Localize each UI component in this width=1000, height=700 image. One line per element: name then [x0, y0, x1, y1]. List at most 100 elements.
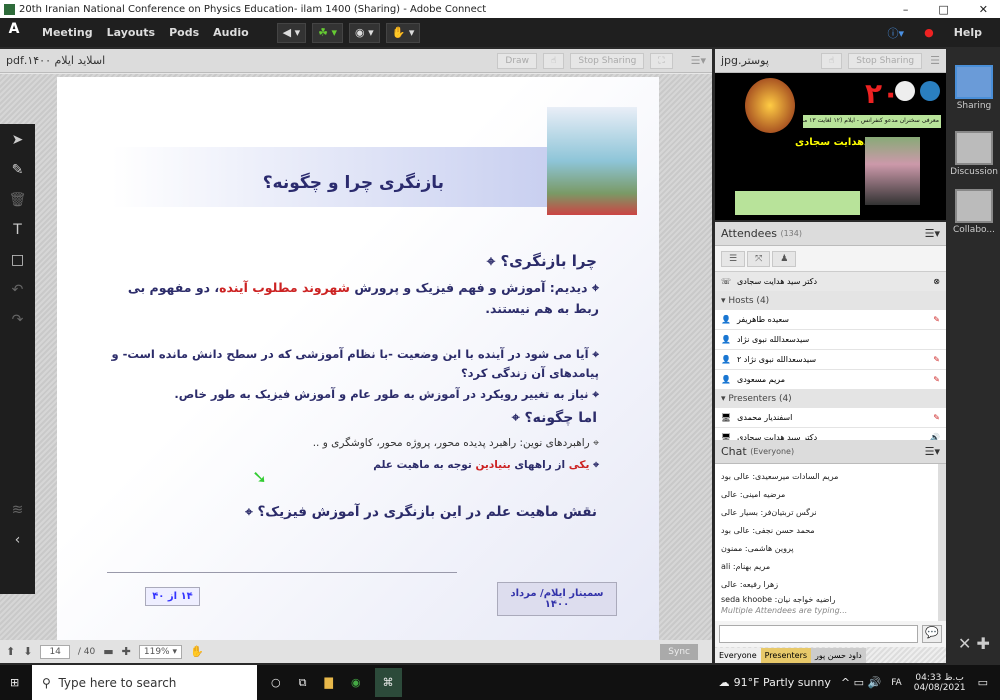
mic-icon: ✎	[933, 355, 940, 364]
adobe-connect-icon[interactable]: ⌘	[374, 668, 402, 697]
layers-icon[interactable]: ≋	[12, 502, 24, 518]
clear-icon[interactable]: ⊗	[933, 277, 940, 286]
help-info-icon[interactable]: ⓘ▾	[888, 25, 905, 41]
minimize-button[interactable]: –	[903, 3, 909, 16]
status-button[interactable]: ☘ ▾	[312, 22, 344, 43]
raise-hand-status-icon: ☘ ▾	[318, 26, 338, 39]
help-menu[interactable]: Help	[954, 26, 982, 39]
chat-input[interactable]	[719, 625, 918, 643]
chat-tab-everyone[interactable]: Everyone	[715, 647, 761, 663]
image-pod-menu-icon[interactable]: ☰	[930, 54, 940, 67]
image-stop-sharing-button[interactable]: Stop Sharing	[848, 52, 923, 69]
webcam-button[interactable]: ◉ ▾	[349, 22, 380, 43]
layout-settings-icon[interactable]: ✕ ✚	[958, 634, 990, 653]
weather-text[interactable]: 91°F Partly sunny	[734, 676, 831, 689]
bullet-5: ⌖ یکی از راههای بنیادین توجه به ماهیت عل…	[373, 459, 599, 471]
pointer-icon[interactable]: ☝	[542, 52, 565, 69]
chat-tab-private[interactable]: داود حسن پور	[811, 647, 866, 663]
bullet-4: ⌖ راهبردهای نوین: راهبرد پدیده محور، پرو…	[312, 437, 599, 449]
prev-page-icon[interactable]: ⬆	[6, 645, 15, 658]
hand-icon: ✋ ▾	[391, 26, 415, 39]
maximize-button[interactable]: □	[938, 3, 948, 16]
layout-sharing-label[interactable]: Sharing	[948, 101, 1000, 111]
menu-pods[interactable]: Pods	[169, 26, 199, 39]
task-view-icon[interactable]: ⧉	[299, 676, 307, 690]
menu-layouts[interactable]: Layouts	[107, 26, 155, 39]
host-icon: 👤	[721, 355, 731, 364]
shape-tool-icon[interactable]: □	[11, 252, 24, 268]
language-indicator[interactable]: FA	[891, 678, 902, 688]
attendee-row[interactable]: 👤 سیدسعدالله نبوی نژاد ۲ ✎	[715, 350, 946, 370]
collapse-tools-icon[interactable]: ‹	[15, 532, 21, 548]
draw-button[interactable]: Draw	[497, 52, 537, 69]
fullscreen-icon[interactable]: ⛶	[650, 52, 673, 69]
pointer-icon[interactable]: ☝	[820, 52, 843, 69]
zoom-select[interactable]: 119% ▾	[138, 644, 182, 659]
document-stage: ➤ ✎ 🗑 T □ ↶ ↷ ≋ ‹ بازنگری چرا و چگونه؟ چ…	[0, 74, 712, 640]
hand-tool-icon[interactable]: ✋	[190, 645, 204, 658]
attendees-menu-icon[interactable]: ☰▾	[925, 227, 940, 240]
clock[interactable]: 04:33 ب.ظ 04/08/2021	[914, 673, 966, 693]
slide-page: بازنگری چرا و چگونه؟ چرا بازنگری؟ ⌖ ⌖ دی…	[57, 77, 659, 640]
undo-icon[interactable]: ↶	[12, 282, 24, 298]
chat-menu-icon[interactable]: ☰▾	[925, 445, 940, 458]
file-explorer-icon[interactable]: ▇	[324, 676, 332, 689]
attendee-row[interactable]: 👤 سعیده طاهریفر ✎	[715, 310, 946, 330]
stop-sharing-button[interactable]: Stop Sharing	[570, 52, 645, 69]
tray-icons[interactable]: ^ ▭ 🔊	[841, 676, 881, 689]
poster-number: ۲۰	[865, 77, 900, 110]
heading-role: نقش ماهیت علم در این بازنگری در آموزش فی…	[245, 504, 597, 520]
page-input[interactable]: 14	[40, 644, 70, 659]
notifications-icon[interactable]: ▭	[978, 676, 988, 689]
layout-sharing-thumb[interactable]	[955, 65, 993, 99]
layout-discussion-thumb[interactable]	[955, 131, 993, 165]
text-tool-icon[interactable]: T	[13, 222, 22, 238]
title-bar: 20th Iranian National Conference on Phys…	[0, 0, 1000, 18]
adobe-logo: A	[8, 21, 20, 37]
attendees-title: Attendees	[721, 227, 777, 240]
chat-title: Chat	[721, 445, 747, 458]
sync-button[interactable]: Sync	[660, 643, 698, 660]
layouts-bar: Sharing Discussion Collabo... ✕ ✚	[948, 49, 1000, 663]
chat-tab-presenters[interactable]: Presenters	[760, 647, 812, 663]
layout-collaboration-label[interactable]: Collabo...	[948, 225, 1000, 235]
menu-meeting[interactable]: Meeting	[42, 26, 93, 39]
share-footer: ⬆ ⬇ 14 / 40 ▬ ✚ 119% ▾ ✋ Sync	[0, 640, 712, 663]
chat-message: پروین هاشمی: ممنون	[721, 544, 794, 553]
layout-collaboration-thumb[interactable]	[955, 189, 993, 223]
hosts-group[interactable]: ▾ Hosts (4)	[715, 292, 946, 310]
start-icon[interactable]: ⊞	[10, 676, 19, 689]
pod-menu-icon[interactable]: ☰▾	[691, 54, 706, 67]
list-view-icon[interactable]: ☰	[721, 250, 746, 267]
attendee-row[interactable]: 🖥 اسفندیار محمدی ✎	[715, 408, 946, 428]
next-page-icon[interactable]: ⬇	[23, 645, 32, 658]
layout-discussion-label[interactable]: Discussion	[948, 167, 1000, 177]
menu-audio[interactable]: Audio	[213, 26, 249, 39]
speaker-button[interactable]: ◀ ▾	[276, 22, 307, 43]
breakout-view-icon[interactable]: ⤧	[747, 250, 771, 267]
redo-icon[interactable]: ↷	[12, 312, 24, 328]
marker-tool-icon[interactable]: ✎	[12, 162, 24, 178]
selection-tool-icon[interactable]: ➤	[12, 132, 24, 148]
weather-icon: ☁	[718, 676, 730, 689]
logo-1	[895, 81, 915, 101]
chat-message: مرضیه امینی: عالی	[721, 490, 786, 499]
status-view-icon[interactable]: ♟	[772, 250, 797, 267]
taskbar-search[interactable]: ⚲ Type here to search	[32, 665, 257, 700]
zoom-in-icon[interactable]: ✚	[122, 645, 131, 658]
annotation-tools: ➤ ✎ 🗑 T □ ↶ ↷ ≋ ‹	[0, 124, 35, 594]
hand-button[interactable]: ✋ ▾	[385, 22, 421, 43]
chrome-icon[interactable]: ◉	[351, 676, 361, 689]
host-icon: 👤	[721, 335, 731, 344]
attendee-row[interactable]: 👤 سیدسعدالله نبوی نژاد	[715, 330, 946, 350]
cortana-icon[interactable]: ○	[271, 676, 281, 689]
presenters-group[interactable]: ▾ Presenters (4)	[715, 390, 946, 408]
send-message-icon[interactable]: 💬	[922, 625, 942, 643]
slide-number: ۱۴ از ۴۰	[145, 587, 200, 606]
zoom-out-icon[interactable]: ▬	[103, 645, 113, 658]
attendee-row[interactable]: 👤 مریم مسعودی ✎	[715, 370, 946, 390]
recording-icon: ●	[924, 26, 934, 39]
webcam-icon: ◉ ▾	[355, 26, 374, 39]
close-button[interactable]: ✕	[979, 3, 988, 16]
delete-icon[interactable]: 🗑	[9, 192, 27, 208]
